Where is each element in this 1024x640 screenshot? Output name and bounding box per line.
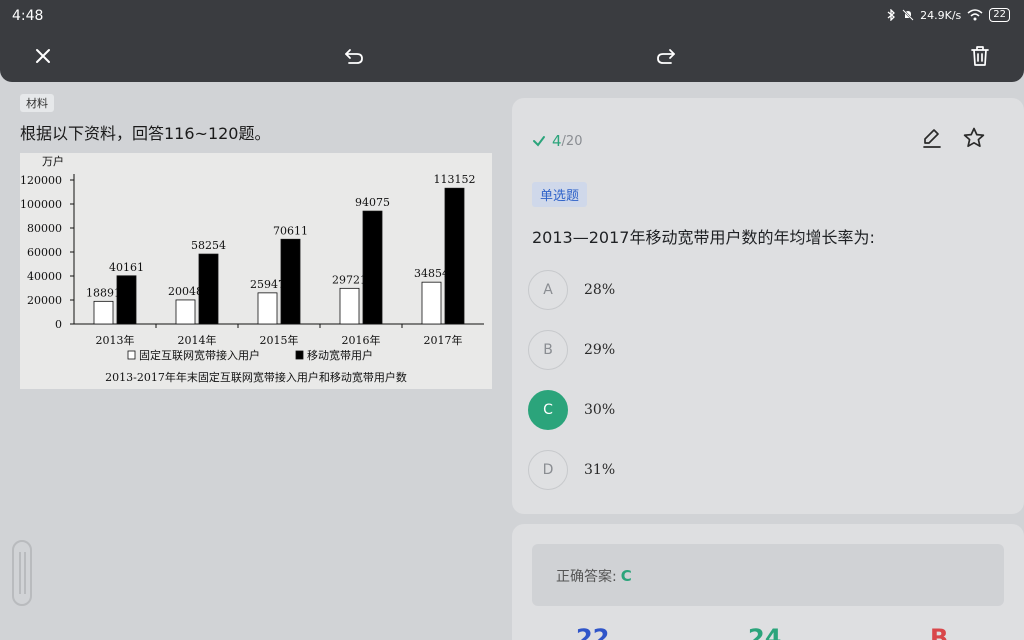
bar-mobile-broadband	[444, 187, 465, 325]
x-tick-label: 2016年	[342, 333, 381, 347]
bar-fixed-broadband	[175, 299, 196, 325]
option-c[interactable]: C 30%	[528, 390, 615, 430]
bluetooth-icon	[887, 9, 896, 21]
answer-card: 正确答案: C 22 24 B	[512, 524, 1024, 640]
star-icon	[963, 127, 985, 148]
correct-answer-value: C	[620, 567, 632, 585]
bar-value-label: 40161	[109, 261, 144, 274]
bar-fixed-broadband	[257, 292, 278, 325]
pencil-icon	[923, 129, 941, 148]
x-tick-label: 2017年	[424, 333, 463, 347]
bar-fixed-broadband	[421, 281, 442, 325]
option-text: 29%	[584, 342, 616, 358]
legend-swatch-mobile	[295, 350, 304, 360]
delete-button[interactable]	[966, 42, 994, 70]
mute-bell-icon	[902, 9, 914, 21]
option-text: 31%	[584, 462, 616, 478]
redo-icon	[657, 49, 675, 64]
bar-mobile-broadband	[198, 253, 219, 325]
correct-answer-label: 正确答案: C	[556, 567, 632, 585]
panel-resize-handle[interactable]	[12, 540, 32, 606]
close-button[interactable]	[29, 42, 57, 70]
legend-swatch-fixed	[127, 350, 136, 360]
bar-value-label: 70611	[273, 224, 308, 237]
material-title: 根据以下资料，回答116~120题。	[20, 124, 271, 143]
bar-fixed-broadband	[339, 287, 360, 325]
x-tick-label: 2014年	[178, 333, 217, 347]
option-text: 28%	[584, 282, 616, 298]
option-letter: A	[528, 270, 568, 310]
close-icon	[36, 49, 50, 63]
legend-label-fixed: 固定互联网宽带接入用户	[139, 348, 260, 362]
y-tick-label: 80000	[27, 222, 62, 235]
network-speed: 24.9K/s	[920, 8, 962, 22]
y-tick-label: 60000	[27, 246, 62, 259]
wifi-icon	[967, 9, 983, 21]
bar-value-label: 34854	[414, 267, 449, 280]
current-question-number: 4	[552, 132, 562, 150]
bar-value-label: 29721	[332, 273, 367, 286]
bar-fixed-broadband	[93, 300, 114, 325]
stat-value-3: B	[930, 624, 949, 640]
bar-value-label: 94075	[355, 196, 390, 209]
bar-value-label: 25947	[250, 278, 285, 291]
total-questions: /20	[561, 133, 583, 149]
bar-chart-svg: 万户 120000 100000 80000 60000 40000 20000 0 18891…	[20, 154, 484, 384]
option-d[interactable]: D 31%	[528, 450, 615, 490]
y-tick-label: 100000	[20, 198, 62, 211]
status-time: 4:48	[12, 8, 44, 24]
legend-label-mobile: 移动宽带用户	[307, 348, 373, 362]
bar-value-label: 20048	[168, 285, 203, 298]
undo-button[interactable]	[340, 42, 368, 70]
question-progress: 4/20	[532, 132, 582, 150]
option-text: 30%	[584, 402, 616, 418]
x-tick-label: 2015年	[260, 333, 299, 347]
stat-value-2: 24	[748, 624, 782, 640]
bar-mobile-broadband	[280, 238, 301, 325]
y-tick-label: 120000	[20, 174, 62, 187]
chart-caption: 2013-2017年年末固定互联网宽带接入用户和移动宽带用户数	[105, 370, 407, 384]
y-tick-label: 40000	[27, 270, 62, 283]
y-axis-label: 万户	[42, 154, 64, 168]
x-tick-label: 2013年	[96, 333, 135, 347]
favorite-button[interactable]	[962, 126, 986, 150]
trash-icon	[971, 46, 989, 66]
top-toolbar: 4:48 24.9K/s 22	[0, 0, 1024, 82]
option-b[interactable]: B 29%	[528, 330, 615, 370]
status-bar-right: 24.9K/s 22	[886, 8, 1010, 22]
check-icon	[533, 136, 545, 147]
material-label: 材料	[20, 94, 54, 112]
bar-value-label: 18891	[86, 286, 121, 299]
bar-value-label: 58254	[191, 239, 226, 252]
bar-chart: 万户 120000 100000 80000 60000 40000 20000 0 18891…	[20, 153, 492, 389]
y-tick-label: 20000	[27, 294, 62, 307]
bar-mobile-broadband	[116, 275, 137, 325]
question-card: 4/20 单选题 2013—2017年移动宽带用户数的年均增长率为: A 28%…	[512, 98, 1024, 514]
option-letter: D	[528, 450, 568, 490]
question-text: 2013—2017年移动宽带用户数的年均增长率为:	[532, 228, 875, 247]
y-tick-label: 0	[55, 318, 62, 331]
correct-answer-box: 正确答案: C	[532, 544, 1004, 606]
option-a[interactable]: A 28%	[528, 270, 615, 310]
bar-value-label: 113152	[434, 173, 476, 186]
question-type-badge: 单选题	[532, 182, 588, 207]
bar-mobile-broadband	[362, 210, 383, 325]
undo-icon	[345, 49, 363, 64]
redo-button[interactable]	[652, 42, 680, 70]
battery-indicator: 22	[989, 8, 1010, 22]
note-button[interactable]	[920, 126, 944, 150]
option-letter: C	[528, 390, 568, 430]
stat-value-1: 22	[576, 624, 610, 640]
option-letter: B	[528, 330, 568, 370]
